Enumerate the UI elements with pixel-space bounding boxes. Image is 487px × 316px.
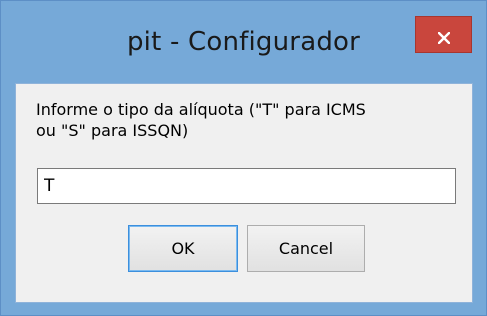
prompt-label: Informe o tipo da alíquota ("T" para ICM… [36, 100, 366, 140]
dialog-window: pit - Configurador Informe o tipo da alí… [0, 0, 487, 316]
aliquota-input[interactable] [37, 168, 456, 204]
dialog-body: Informe o tipo da alíquota ("T" para ICM… [15, 83, 473, 303]
cancel-button[interactable]: Cancel [247, 225, 365, 272]
title-bar[interactable]: pit - Configurador [1, 1, 486, 89]
window-title: pit - Configurador [126, 27, 361, 57]
close-icon [436, 29, 451, 45]
close-button[interactable] [415, 16, 472, 53]
ok-button[interactable]: OK [128, 225, 238, 272]
